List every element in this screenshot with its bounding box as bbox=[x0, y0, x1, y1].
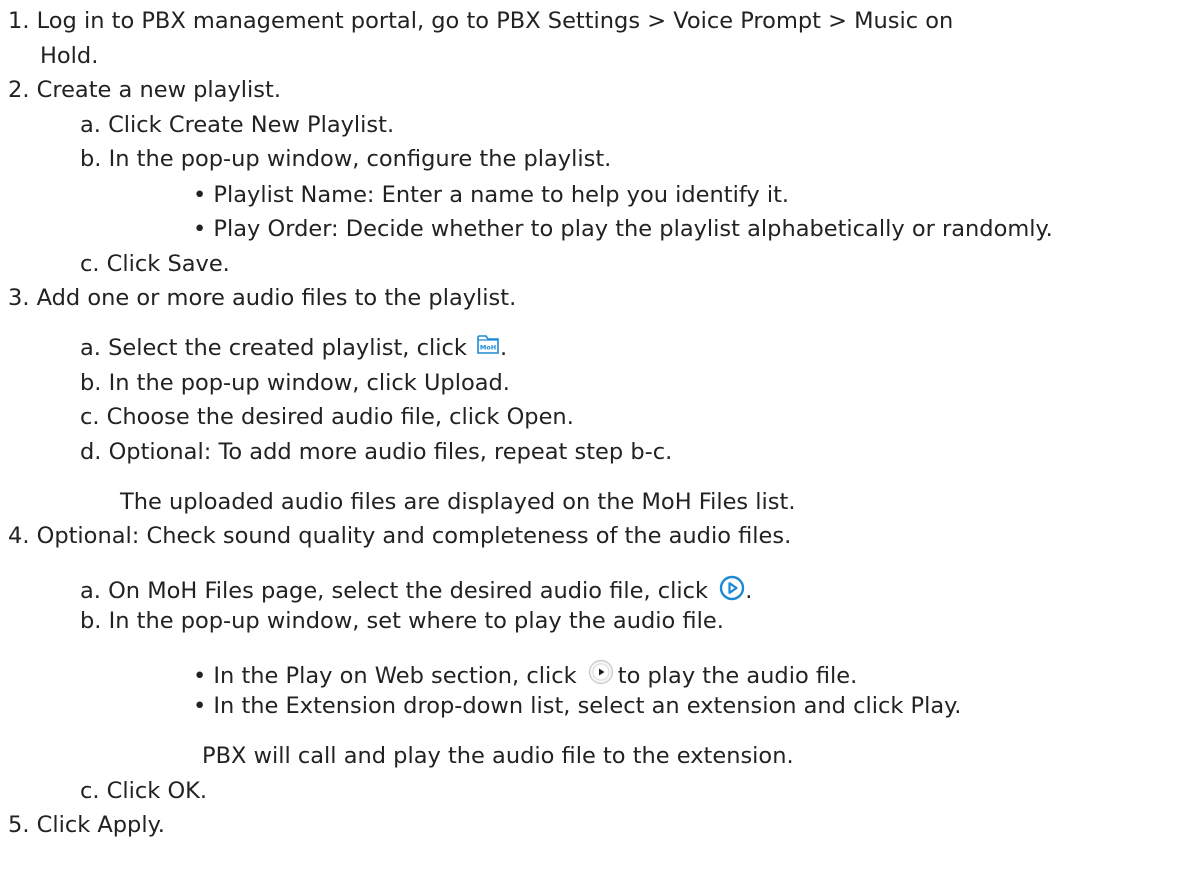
step-3-result: The uploaded audio files are displayed o… bbox=[120, 489, 796, 515]
moh-file-icon: MoH bbox=[476, 333, 500, 355]
step-4b-result: PBX will call and play the audio file to… bbox=[202, 743, 794, 769]
step-5: 5. Click Apply. bbox=[8, 812, 165, 838]
step-4b: b. In the pop-up window, set where to pl… bbox=[80, 608, 724, 634]
step-4c: c. Click OK. bbox=[80, 778, 208, 804]
step-3d: d. Optional: To add more audio files, re… bbox=[80, 439, 673, 465]
step-4b-bullet-1-text-end: to play the audio file. bbox=[617, 663, 858, 689]
step-4: 4. Optional: Check sound quality and com… bbox=[8, 523, 792, 549]
step-2b-bullet-2: • Play Order: Decide whether to play the… bbox=[193, 216, 1053, 242]
step-4b-bullet-2: • In the Extension drop-down list, selec… bbox=[193, 693, 962, 719]
step-2b-bullet-1: • Playlist Name: Enter a name to help yo… bbox=[193, 182, 790, 208]
step-2b: b. In the pop-up window, configure the p… bbox=[80, 146, 612, 172]
step-4b-bullet-1-text: • In the Play on Web section, click bbox=[193, 663, 584, 689]
step-4b-bullet-1: • In the Play on Web section, click to p… bbox=[193, 657, 858, 689]
step-3a: a. Select the created playlist, click Mo… bbox=[80, 333, 507, 363]
step-2c: c. Click Save. bbox=[80, 251, 230, 277]
step-2: 2. Create a new playlist. bbox=[8, 77, 281, 103]
step-3a-text: a. Select the created playlist, click bbox=[80, 335, 475, 361]
step-2a: a. Click Create New Playlist. bbox=[80, 112, 395, 138]
play-circle-icon bbox=[719, 575, 745, 601]
step-4a: a. On MoH Files page, select the desired… bbox=[80, 572, 753, 604]
step-4a-text: a. On MoH Files page, select the desired… bbox=[80, 578, 716, 604]
step-3: 3. Add one or more audio files to the pl… bbox=[8, 285, 517, 311]
step-3b: b. In the pop-up window, click Upload. bbox=[80, 370, 510, 396]
step-4a-period: . bbox=[745, 578, 753, 604]
step-3c: c. Choose the desired audio file, click … bbox=[80, 404, 574, 430]
step-1-line-2: Hold. bbox=[40, 43, 99, 69]
moh-icon-label: MoH bbox=[480, 344, 496, 352]
step-3a-period: . bbox=[500, 335, 508, 361]
step-1-line-1: 1. Log in to PBX management portal, go t… bbox=[8, 8, 954, 34]
play-button-icon bbox=[588, 659, 614, 685]
